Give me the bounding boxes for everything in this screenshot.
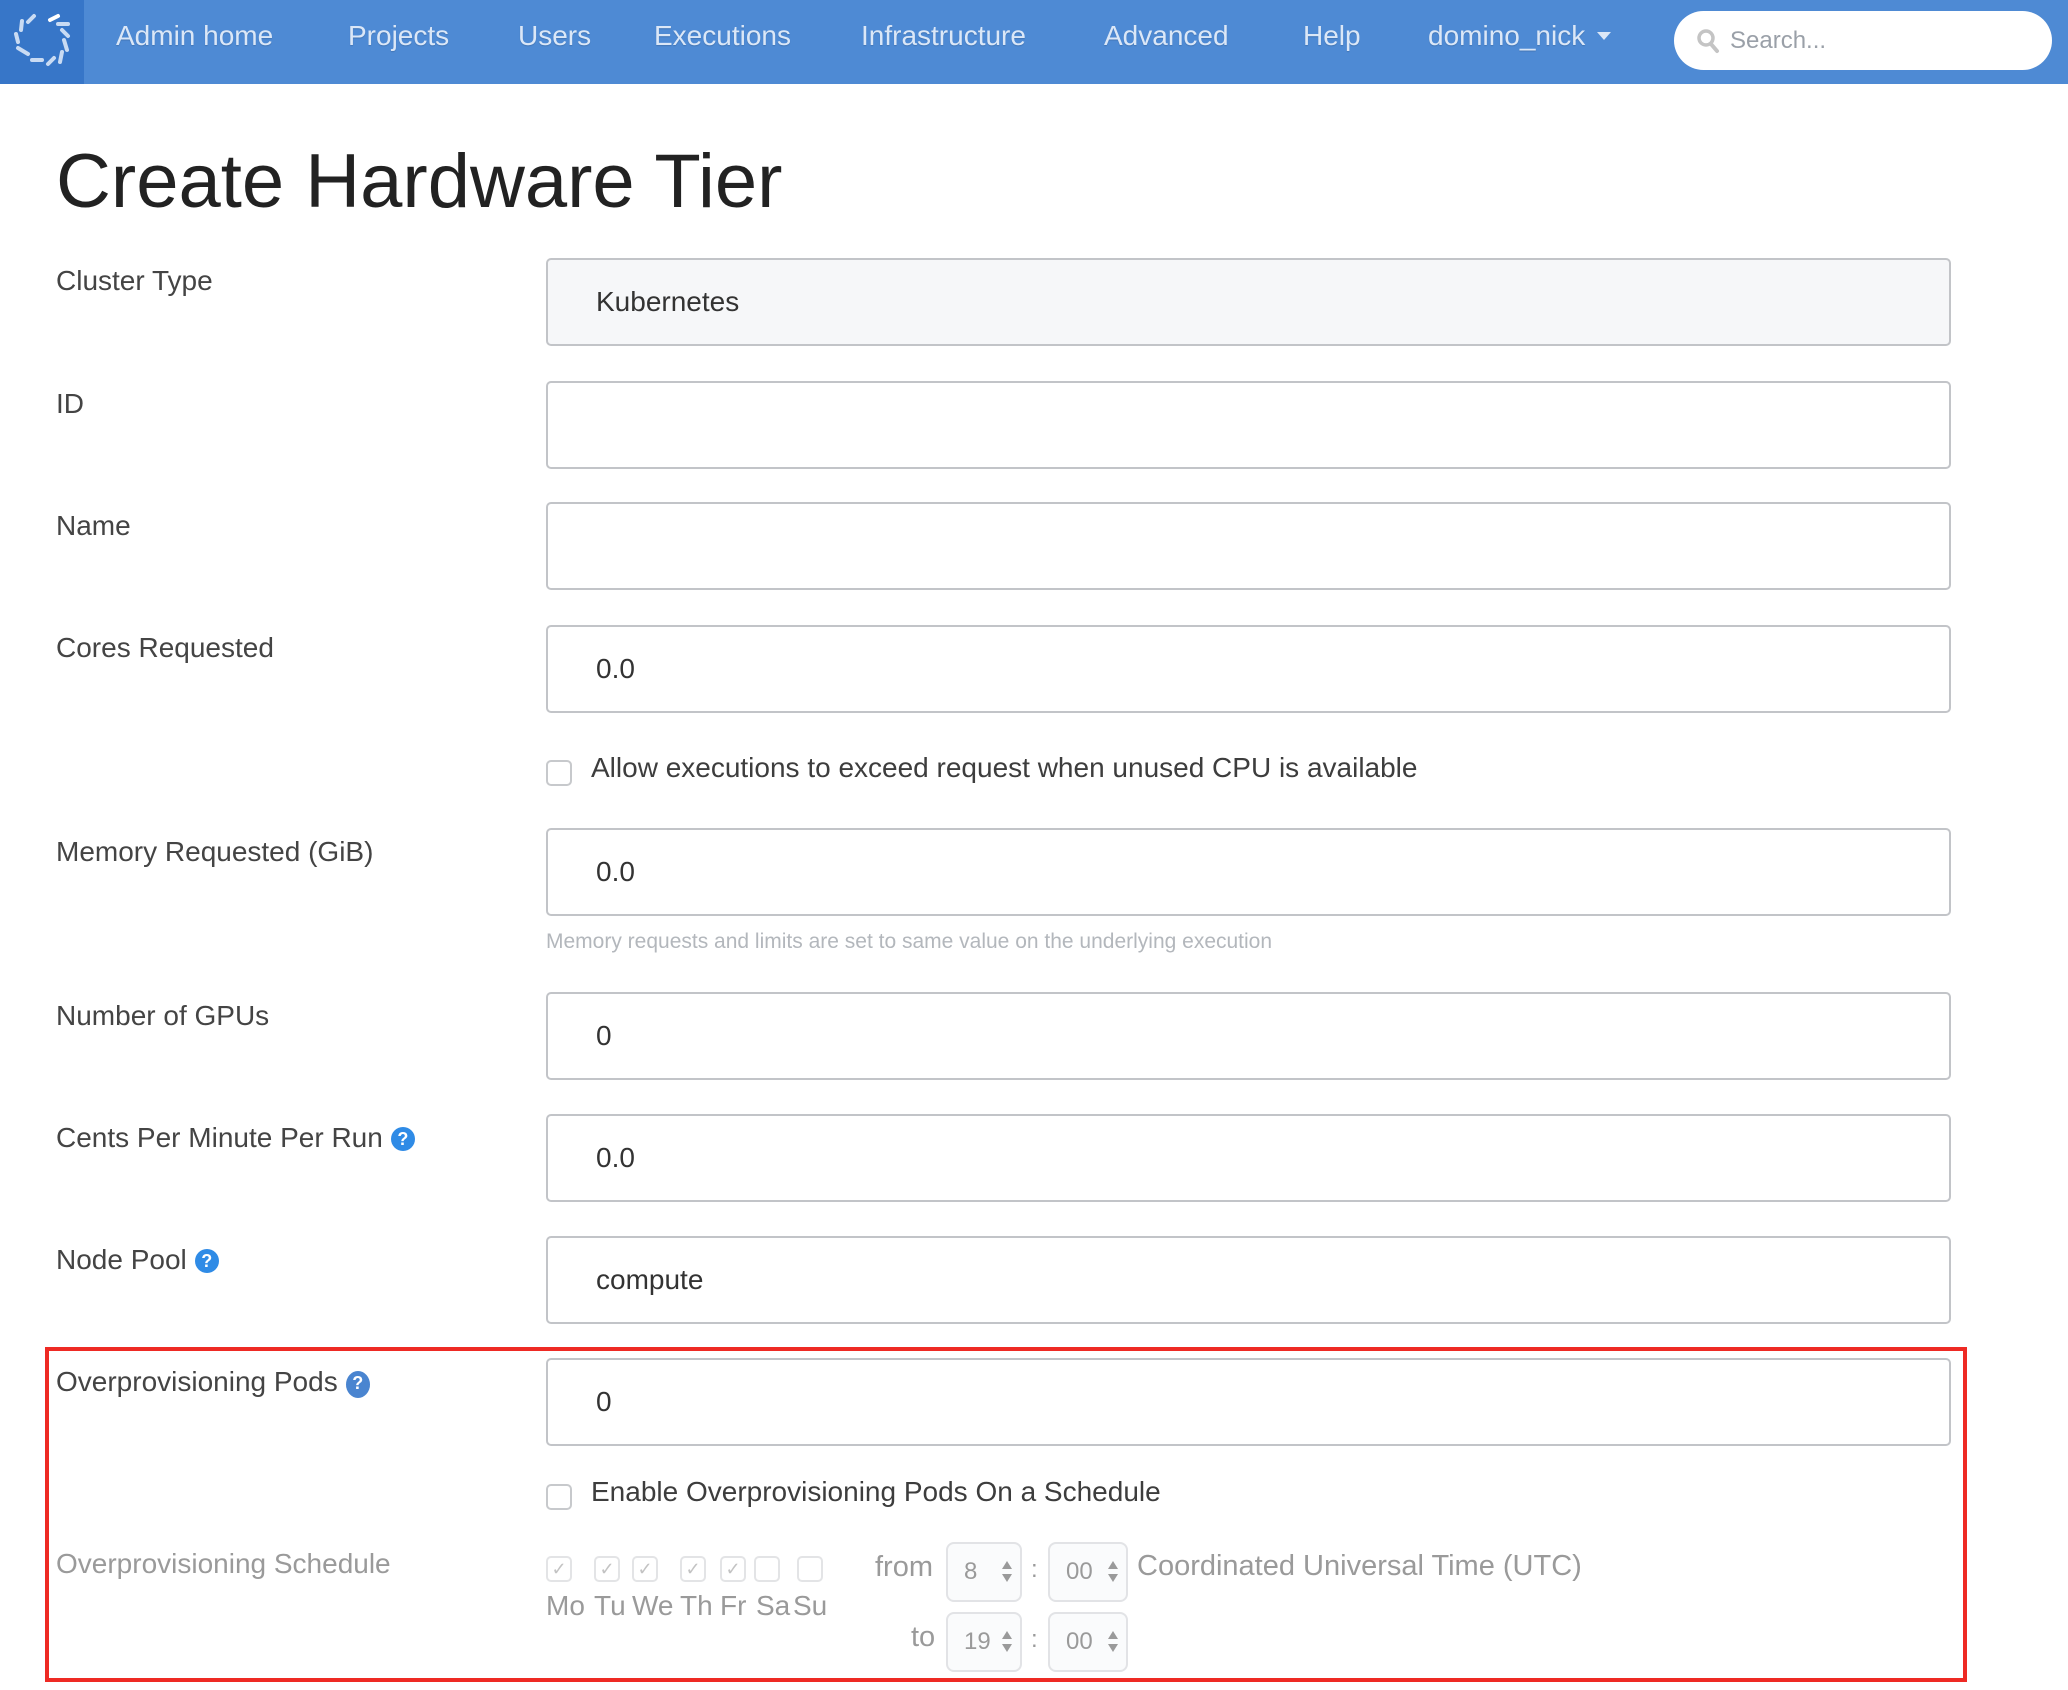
timezone-label: Coordinated Universal Time (UTC) [1137,1550,1582,1582]
allow-exceed-label[interactable]: Allow executions to exceed request when … [591,752,1417,784]
nav-advanced[interactable]: Advanced [1104,20,1229,52]
chevron-down-icon [1597,31,1612,40]
node-pool-label: Node Pool? [56,1244,219,1276]
check-icon: ✓ [725,1559,741,1579]
day-checkbox-th[interactable]: ✓ [680,1556,706,1582]
node-pool-input[interactable] [548,1238,1949,1322]
from-minute-stepper[interactable]: 00 [1048,1542,1128,1602]
day-label-tu: Tu [594,1590,626,1621]
overprovisioning-pods-input[interactable] [548,1360,1949,1444]
memory-hint: Memory requests and limits are set to sa… [546,930,1273,953]
page-title: Create Hardware Tier [56,139,783,224]
to-minute-value: 00 [1066,1628,1093,1655]
enable-schedule-checkbox[interactable] [546,1484,572,1510]
day-checkbox-fr[interactable]: ✓ [720,1556,746,1582]
search-box[interactable] [1674,11,2052,70]
help-icon[interactable]: ? [345,1371,370,1398]
gpus-field[interactable] [546,992,1951,1080]
nav-infrastructure[interactable]: Infrastructure [861,20,1026,52]
memory-requested-input[interactable] [548,830,1949,914]
id-input[interactable] [548,383,1949,467]
search-icon [1697,29,1719,53]
check-icon: ✓ [637,1559,653,1579]
domino-logo[interactable] [0,0,84,84]
nav-executions[interactable]: Executions [654,20,791,52]
logo-icon [14,14,70,66]
gpus-label: Number of GPUs [56,1000,270,1031]
time-separator: : [1031,1556,1038,1583]
help-icon[interactable]: ? [390,1127,415,1151]
day-checkbox-su[interactable] [797,1556,823,1582]
overprovisioning-pods-field[interactable] [546,1358,1951,1446]
day-checkbox-mo[interactable]: ✓ [546,1556,572,1582]
day-label-sa: Sa [756,1590,791,1621]
memory-requested-label: Memory Requested (GiB) [56,836,374,867]
day-checkbox-tu[interactable]: ✓ [594,1556,620,1582]
id-label: ID [56,388,84,419]
gpus-input[interactable] [548,994,1949,1078]
cents-label: Cents Per Minute Per Run? [56,1122,415,1154]
day-label-fr: Fr [720,1590,747,1621]
check-icon: ✓ [551,1559,567,1579]
from-hour-stepper[interactable]: 8 [946,1542,1022,1602]
overprovisioning-pods-label: Overprovisioning Pods? [56,1366,370,1398]
overprovisioning-pods-label-text: Overprovisioning Pods [56,1366,338,1397]
time-separator: : [1031,1626,1038,1653]
to-hour-stepper[interactable]: 19 [946,1612,1022,1672]
help-icon[interactable]: ? [194,1249,219,1273]
memory-requested-field[interactable] [546,828,1951,916]
cents-input[interactable] [548,1116,1949,1200]
overprovisioning-schedule-label: Overprovisioning Schedule [56,1548,391,1579]
cores-requested-field[interactable] [546,625,1951,713]
stepper-arrows-icon[interactable] [1108,1561,1118,1585]
enable-schedule-label[interactable]: Enable Overprovisioning Pods On a Schedu… [591,1476,1161,1508]
stepper-arrows-icon[interactable] [1002,1561,1012,1585]
to-hour-value: 19 [964,1628,991,1655]
from-label: from [875,1551,933,1583]
user-name: domino_nick [1428,20,1586,51]
day-checkbox-sa[interactable] [754,1556,780,1582]
nav-help[interactable]: Help [1303,20,1361,52]
top-navbar: Admin home Projects Users Executions Inf… [0,0,2068,84]
day-label-mo: Mo [546,1590,585,1621]
search-input[interactable] [1728,21,2032,61]
check-icon: ✓ [685,1559,701,1579]
stepper-arrows-icon[interactable] [1108,1631,1118,1655]
cluster-type-label: Cluster Type [56,265,213,296]
day-label-we: We [632,1590,674,1621]
day-label-su: Su [793,1590,828,1621]
cluster-type-input [548,260,1949,344]
id-field[interactable] [546,381,1951,469]
cents-field[interactable] [546,1114,1951,1202]
name-input[interactable] [548,504,1949,588]
day-checkbox-we[interactable]: ✓ [632,1556,658,1582]
check-icon: ✓ [599,1559,615,1579]
cores-requested-label: Cores Requested [56,632,274,663]
allow-exceed-checkbox[interactable] [546,760,572,786]
node-pool-label-text: Node Pool [56,1244,187,1275]
cores-requested-input[interactable] [548,627,1949,711]
user-menu[interactable]: domino_nick [1428,20,1612,52]
to-minute-stepper[interactable]: 00 [1048,1612,1128,1672]
name-label: Name [56,510,131,541]
cluster-type-field [546,258,1951,346]
node-pool-field[interactable] [546,1236,1951,1324]
nav-projects[interactable]: Projects [348,20,449,52]
from-minute-value: 00 [1066,1558,1093,1585]
cents-label-text: Cents Per Minute Per Run [56,1122,383,1153]
stepper-arrows-icon[interactable] [1002,1631,1012,1655]
from-hour-value: 8 [964,1558,978,1585]
nav-users[interactable]: Users [518,20,591,52]
to-label: to [911,1621,936,1653]
nav-admin-home[interactable]: Admin home [116,20,273,52]
day-label-th: Th [680,1590,713,1621]
name-field[interactable] [546,502,1951,590]
